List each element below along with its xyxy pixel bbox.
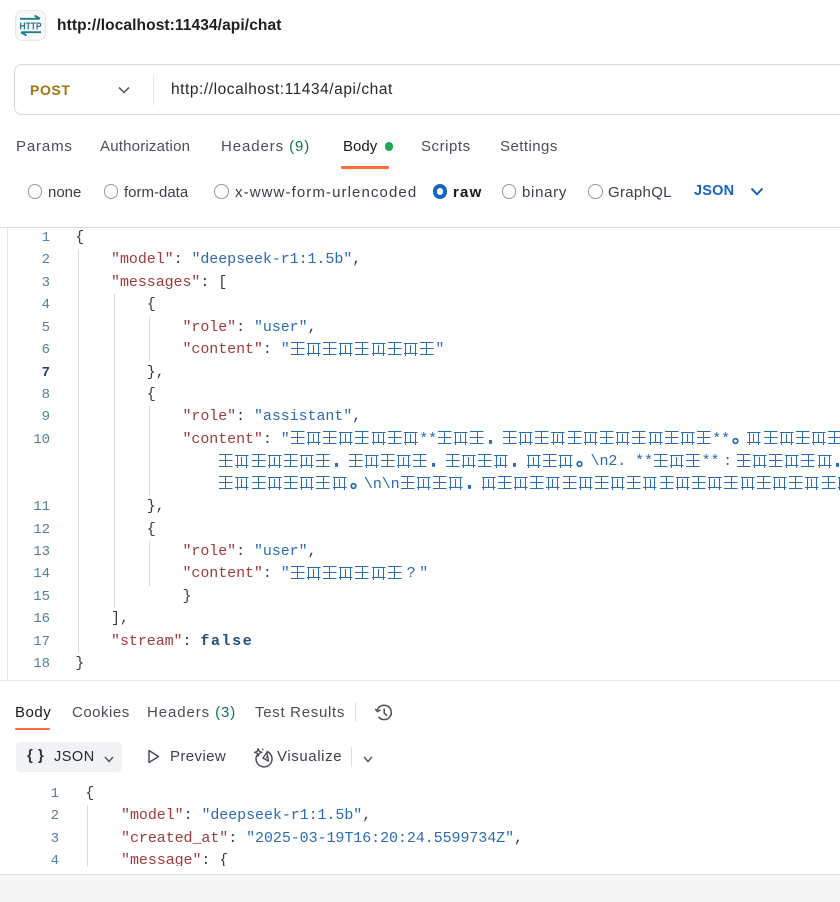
svg-text:HTTP: HTTP	[20, 21, 42, 33]
